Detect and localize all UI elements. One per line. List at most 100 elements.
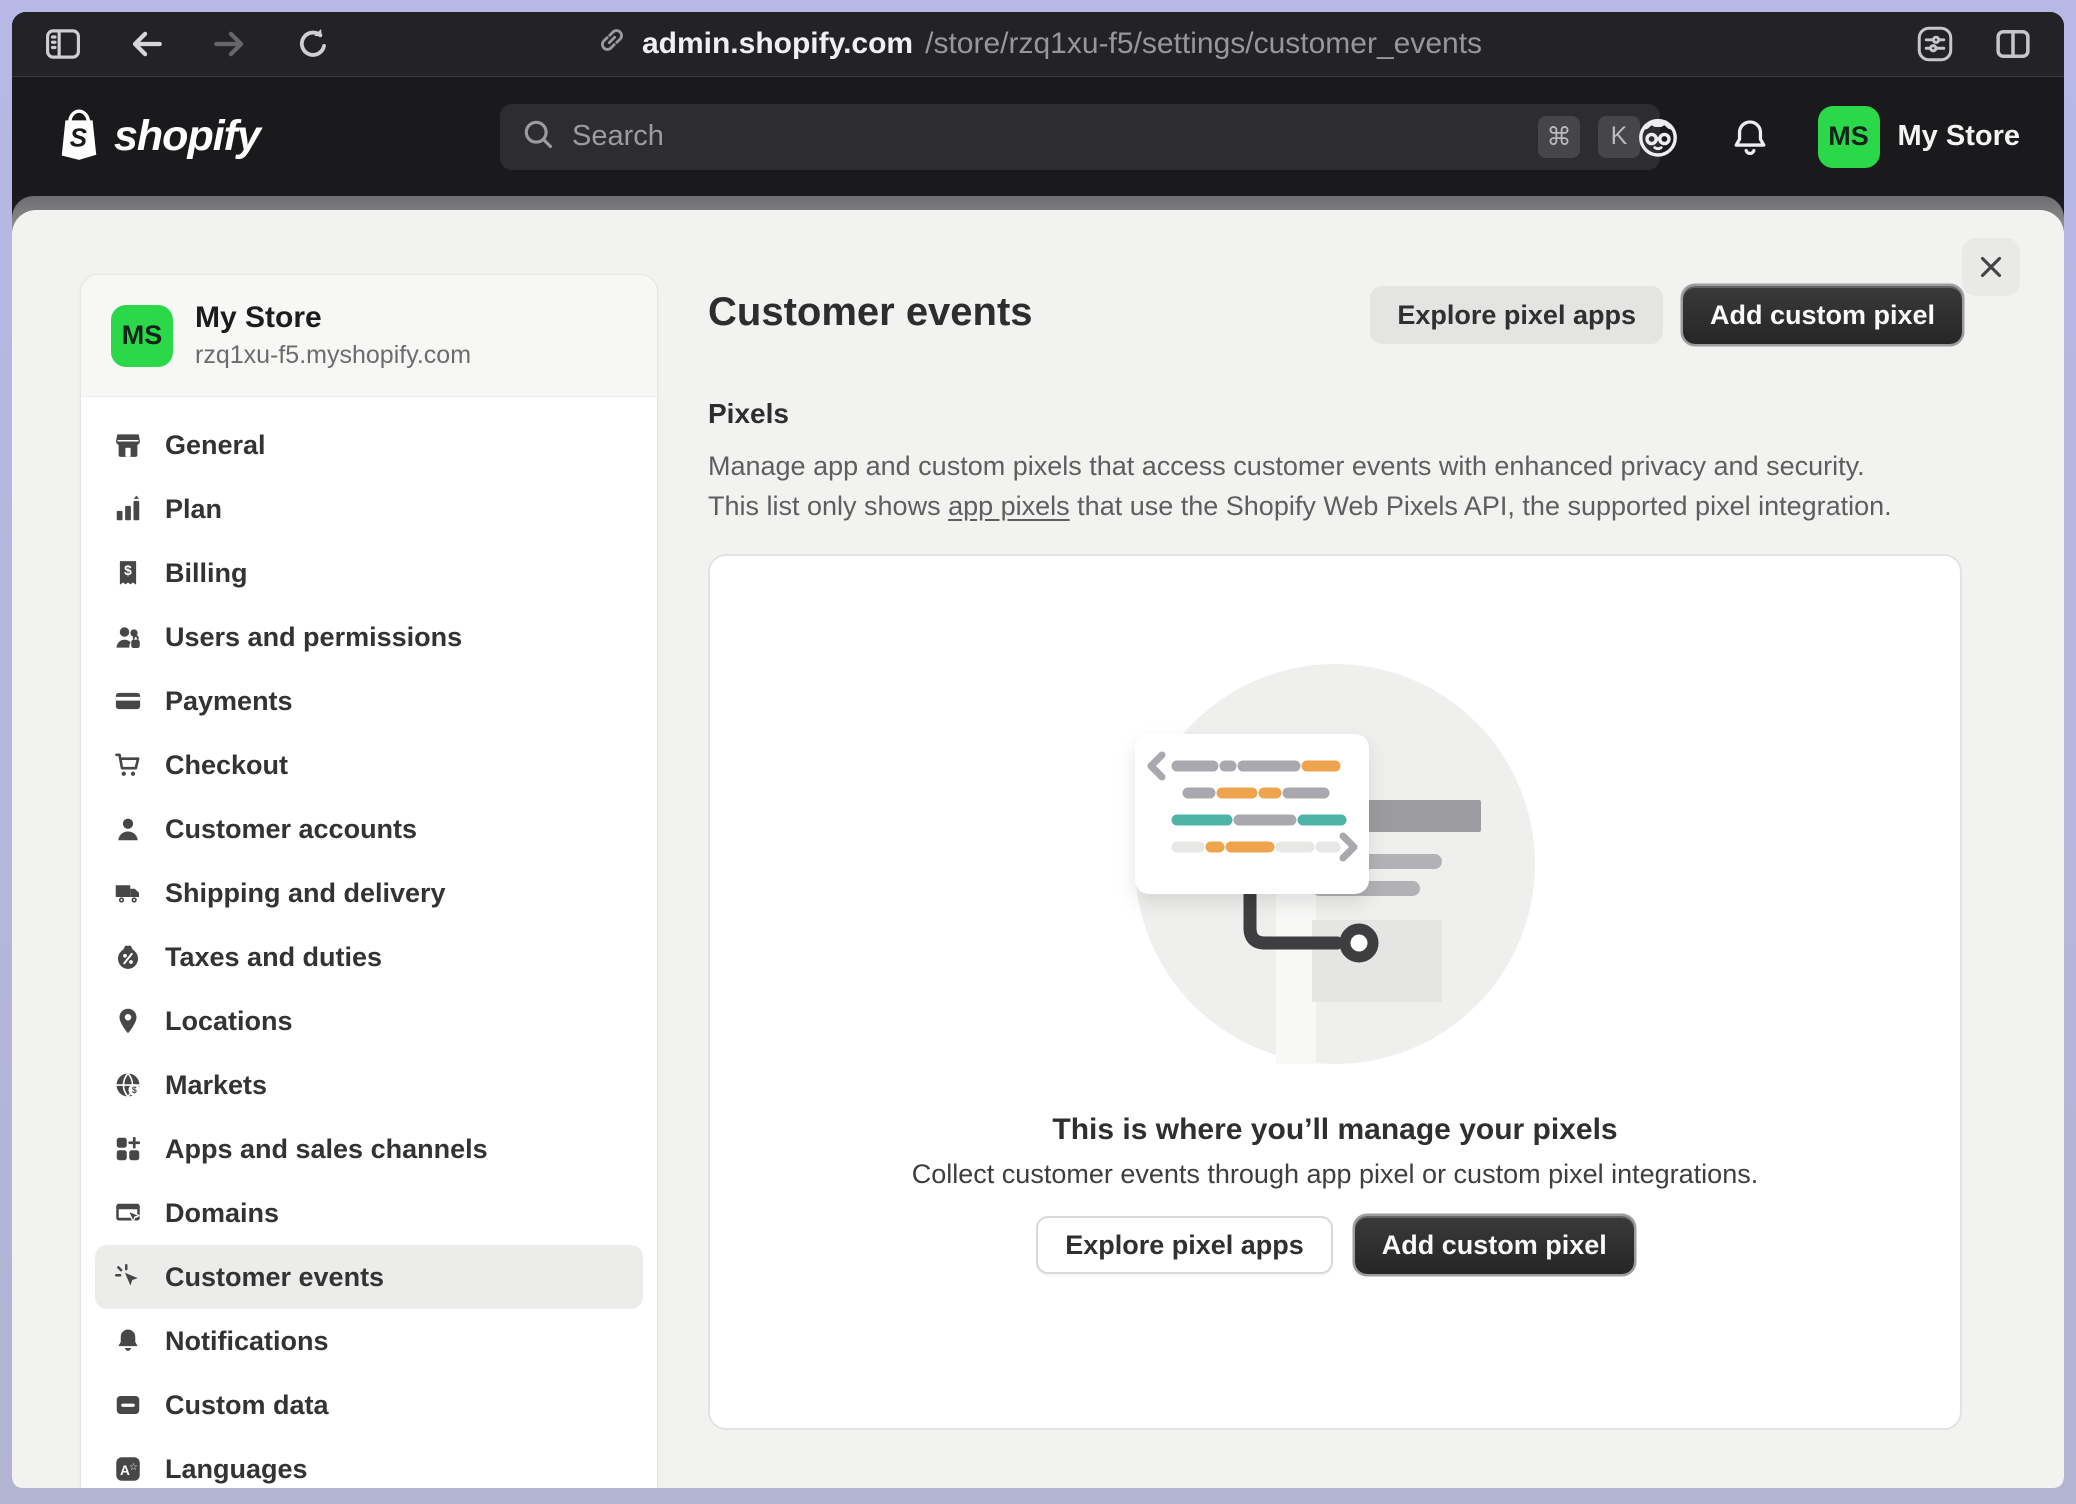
sidebar-item-taxes-and-duties[interactable]: Taxes and duties bbox=[95, 925, 643, 989]
sidebar-item-label: Customer events bbox=[165, 1262, 384, 1293]
explore-pixel-apps-button[interactable]: Explore pixel apps bbox=[1370, 286, 1663, 344]
search-icon bbox=[520, 116, 556, 157]
account-name: My Store bbox=[1898, 120, 2020, 153]
sidebar-item-label: Plan bbox=[165, 494, 222, 525]
pin-icon bbox=[113, 1006, 143, 1036]
settings-menu: General Plan Billing Users and permissio… bbox=[81, 397, 657, 1488]
store-domain: rzq1xu-f5.myshopify.com bbox=[195, 341, 471, 370]
plan-icon bbox=[113, 494, 143, 524]
sidebar-item-locations[interactable]: Locations bbox=[95, 989, 643, 1053]
sidebar-item-custom-data[interactable]: Custom data bbox=[95, 1373, 643, 1437]
link-icon bbox=[594, 22, 630, 66]
pixels-empty-card: This is where you’ll manage your pixels … bbox=[708, 554, 1962, 1430]
close-button[interactable] bbox=[1962, 238, 2020, 296]
globe-icon bbox=[113, 1070, 143, 1100]
billing-icon bbox=[113, 558, 143, 588]
empty-state-subtitle: Collect customer events through app pixe… bbox=[710, 1159, 1960, 1190]
taxes-icon bbox=[113, 942, 143, 972]
empty-state-title: This is where you’ll manage your pixels bbox=[710, 1113, 1960, 1147]
data-icon bbox=[113, 1390, 143, 1420]
address-bar[interactable]: admin.shopify.com/store/rzq1xu-f5/settin… bbox=[594, 22, 1482, 66]
split-view-icon[interactable] bbox=[1992, 23, 2034, 65]
shopify-logo[interactable]: S shopify bbox=[56, 108, 260, 165]
sidebar-item-label: Languages bbox=[165, 1454, 308, 1485]
search-input[interactable] bbox=[570, 119, 1520, 154]
sidebar-item-label: General bbox=[165, 430, 266, 461]
sidebar-item-users-and-permissions[interactable]: Users and permissions bbox=[95, 605, 643, 669]
bell-icon bbox=[113, 1326, 143, 1356]
sidebar-item-label: Domains bbox=[165, 1198, 279, 1229]
close-icon bbox=[1974, 250, 2008, 284]
description-pre: This list only shows bbox=[708, 491, 948, 521]
description-post: that use the Shopify Web Pixels API, the… bbox=[1070, 491, 1892, 521]
forward-icon[interactable] bbox=[208, 22, 252, 66]
browser-chrome: admin.shopify.com/store/rzq1xu-f5/settin… bbox=[12, 12, 2064, 76]
sidebar-item-plan[interactable]: Plan bbox=[95, 477, 643, 541]
back-icon[interactable] bbox=[124, 22, 168, 66]
sidebar-item-languages[interactable]: Languages bbox=[95, 1437, 643, 1488]
pixels-description: Manage app and custom pixels that access… bbox=[708, 446, 1948, 526]
sidebar-item-label: Shipping and delivery bbox=[165, 878, 446, 909]
empty-add-custom-pixel-button[interactable]: Add custom pixel bbox=[1355, 1216, 1634, 1274]
app-pixels-link[interactable]: app pixels bbox=[948, 491, 1070, 521]
sidebar-item-label: Notifications bbox=[165, 1326, 329, 1357]
kbd-cmd: ⌘ bbox=[1538, 116, 1580, 158]
pixels-illustration bbox=[985, 656, 1685, 1086]
payments-icon bbox=[113, 686, 143, 716]
url-host: admin.shopify.com bbox=[642, 27, 913, 61]
sidekick-icon[interactable] bbox=[1634, 113, 1682, 161]
checkout-icon bbox=[113, 750, 143, 780]
sidebar-toggle-icon[interactable] bbox=[42, 23, 84, 65]
sidebar-item-label: Payments bbox=[165, 686, 293, 717]
domains-icon bbox=[113, 1198, 143, 1228]
sidebar-item-customer-accounts[interactable]: Customer accounts bbox=[95, 797, 643, 861]
click-icon bbox=[113, 1262, 143, 1292]
languages-icon bbox=[113, 1454, 143, 1484]
sidebar-item-domains[interactable]: Domains bbox=[95, 1181, 643, 1245]
description-line1: Manage app and custom pixels that access… bbox=[708, 451, 1865, 481]
sidebar-item-general[interactable]: General bbox=[95, 413, 643, 477]
sidebar-item-label: Custom data bbox=[165, 1390, 329, 1421]
apps-icon bbox=[113, 1134, 143, 1164]
sidebar-item-shipping-and-delivery[interactable]: Shipping and delivery bbox=[95, 861, 643, 925]
reload-icon[interactable] bbox=[292, 23, 334, 65]
notifications-bell-icon[interactable] bbox=[1728, 115, 1772, 159]
global-search[interactable]: ⌘ K bbox=[500, 104, 1660, 170]
sidebar-item-label: Customer accounts bbox=[165, 814, 417, 845]
store-header: MS My Store rzq1xu-f5.myshopify.com bbox=[81, 275, 657, 397]
main-content: Customer events Explore pixel apps Add c… bbox=[708, 286, 1962, 1430]
store-icon bbox=[113, 430, 143, 460]
sidebar-item-markets[interactable]: Markets bbox=[95, 1053, 643, 1117]
empty-explore-pixel-apps-button[interactable]: Explore pixel apps bbox=[1036, 1216, 1333, 1274]
account-menu[interactable]: MS My Store bbox=[1818, 106, 2020, 168]
account-avatar: MS bbox=[1818, 106, 1880, 168]
shopify-bag-icon: S bbox=[56, 108, 102, 165]
page-settings-icon[interactable] bbox=[1914, 23, 1956, 65]
sidebar-item-label: Apps and sales channels bbox=[165, 1134, 488, 1165]
sidebar-item-label: Checkout bbox=[165, 750, 288, 781]
settings-sidebar: MS My Store rzq1xu-f5.myshopify.com Gene… bbox=[80, 274, 658, 1488]
sidebar-item-label: Markets bbox=[165, 1070, 267, 1101]
person-icon bbox=[113, 814, 143, 844]
browser-window: admin.shopify.com/store/rzq1xu-f5/settin… bbox=[12, 12, 2064, 1488]
sidebar-item-apps-and-sales-channels[interactable]: Apps and sales channels bbox=[95, 1117, 643, 1181]
users-icon bbox=[113, 622, 143, 652]
svg-text:S: S bbox=[70, 124, 87, 152]
sidebar-item-label: Locations bbox=[165, 1006, 293, 1037]
shopify-wordmark: shopify bbox=[114, 112, 260, 161]
truck-icon bbox=[113, 878, 143, 908]
add-custom-pixel-button[interactable]: Add custom pixel bbox=[1683, 286, 1962, 344]
sidebar-item-notifications[interactable]: Notifications bbox=[95, 1309, 643, 1373]
sidebar-item-customer-events[interactable]: Customer events bbox=[95, 1245, 643, 1309]
pixels-heading: Pixels bbox=[708, 398, 1962, 430]
sidebar-item-payments[interactable]: Payments bbox=[95, 669, 643, 733]
page-title: Customer events bbox=[708, 286, 1033, 335]
settings-sheet: MS My Store rzq1xu-f5.myshopify.com Gene… bbox=[12, 210, 2064, 1488]
sidebar-item-label: Taxes and duties bbox=[165, 942, 382, 973]
store-avatar: MS bbox=[111, 305, 173, 367]
sidebar-item-checkout[interactable]: Checkout bbox=[95, 733, 643, 797]
admin-header: S shopify ⌘ K MS My Store bbox=[12, 76, 2064, 196]
sidebar-item-label: Users and permissions bbox=[165, 622, 462, 653]
sidebar-item-label: Billing bbox=[165, 558, 248, 589]
sidebar-item-billing[interactable]: Billing bbox=[95, 541, 643, 605]
